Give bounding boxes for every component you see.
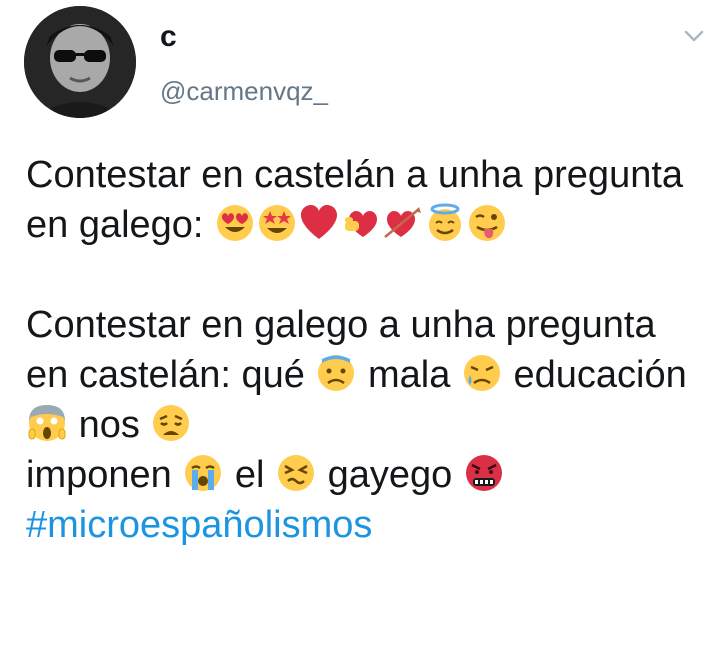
avatar-image	[24, 6, 136, 118]
red-heart-icon	[299, 203, 339, 243]
winking-tongue-icon	[467, 203, 507, 243]
star-struck-icon	[257, 203, 297, 243]
halo-icon	[425, 203, 465, 243]
paragraph-2-part-4: nos	[78, 404, 140, 446]
screaming-face-icon	[27, 403, 67, 443]
avatar[interactable]	[24, 6, 136, 118]
weary-face-icon	[151, 403, 191, 443]
heart-eyes-icon	[215, 203, 255, 243]
sad-sweat-icon	[462, 353, 502, 393]
anxious-face-icon	[316, 353, 356, 393]
loudly-crying-icon	[183, 453, 223, 493]
tweet-paragraph-1: Contestar en castelán a unha pregunta en…	[26, 150, 706, 250]
paragraph-2-part-5: imponen	[26, 454, 172, 496]
heart-arrow-icon	[383, 203, 423, 243]
paragraph-2-part-7: gayego	[327, 454, 453, 496]
paragraph-2-part-3: educación	[513, 354, 687, 396]
chevron-down-icon[interactable]	[680, 22, 708, 50]
persevering-face-icon	[276, 453, 316, 493]
paragraph-2-part-6: el	[234, 454, 265, 496]
tweet-card: c @carmenvqz_ Contestar en castelán a un…	[0, 0, 720, 664]
hug-icon	[341, 203, 381, 243]
hashtag-link[interactable]: #microespañolismos	[26, 500, 706, 550]
cursing-face-icon	[464, 453, 504, 493]
paragraph-2-part-2: mala	[368, 354, 451, 396]
user-handle[interactable]: @carmenvqz_	[160, 76, 328, 106]
tweet-paragraph-2: Contestar en galego a unha pregunta en c…	[26, 300, 706, 550]
display-name[interactable]: c	[160, 20, 177, 54]
tweet-text: Contestar en castelán a unha pregunta en…	[26, 150, 706, 550]
